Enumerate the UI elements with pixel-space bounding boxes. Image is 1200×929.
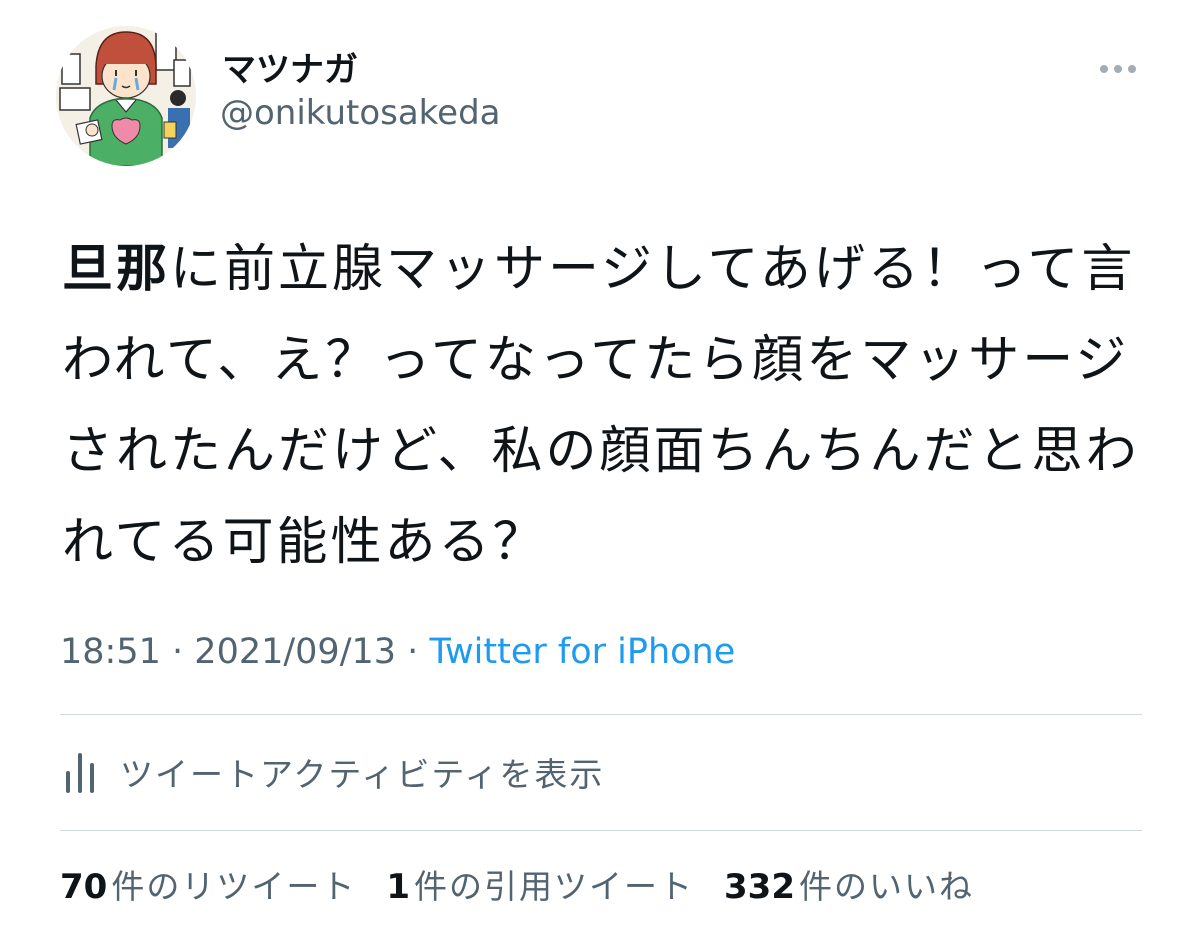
tweet-text-bold: 旦那 (62, 240, 171, 299)
tweet-activity-link[interactable]: ツイートアクティビティを表示 (62, 742, 604, 802)
meta-separator: · (172, 632, 184, 672)
like-count[interactable]: 332 件のいいね (724, 860, 974, 908)
retweet-count[interactable]: 70 件のリツイート (60, 860, 356, 908)
stat-number: 1 (386, 867, 410, 907)
stat-label: 件の引用ツイート (414, 867, 694, 906)
tweet-date[interactable]: 2021/09/13 (194, 632, 396, 672)
stat-number: 332 (724, 867, 795, 907)
more-options-icon (1128, 65, 1136, 73)
stat-label: 件のいいね (798, 867, 974, 906)
divider (60, 714, 1142, 715)
illustrated-avatar-icon (56, 26, 196, 166)
tweet-detail: マツナガ @onikutosakeda 旦那に前立腺マッサージしてあげる！って言… (0, 0, 1200, 929)
user-handle[interactable]: @onikutosakeda (220, 93, 500, 133)
tweet-time: 18:51 (60, 632, 161, 672)
stat-label: 件のリツイート (111, 867, 357, 906)
bar-chart-icon (62, 747, 102, 797)
meta-separator: · (407, 632, 419, 672)
stat-number: 70 (60, 867, 108, 907)
avatar[interactable] (56, 26, 196, 166)
more-options-icon (1114, 65, 1122, 73)
display-name[interactable]: マツナガ (222, 42, 358, 91)
tweet-metadata: 18:51 · 2021/09/13 · Twitter for iPhone (60, 632, 735, 672)
quote-tweet-count[interactable]: 1 件の引用ツイート (386, 860, 694, 908)
more-options-button[interactable] (1092, 56, 1144, 82)
tweet-activity-label: ツイートアクティビティを表示 (120, 755, 605, 794)
more-options-icon (1100, 65, 1108, 73)
tweet-text-body: に前立腺マッサージしてあげる！って言われて、え？ってなってたら顔をマッサージされ… (62, 240, 1140, 572)
tweet-source-link[interactable]: Twitter for iPhone (429, 632, 735, 672)
tweet-text: 旦那に前立腺マッサージしてあげる！って言われて、え？ってなってたら顔をマッサージ… (62, 224, 1152, 588)
divider (60, 830, 1142, 831)
tweet-stats: 70 件のリツイート 1 件の引用ツイート 332 件のいいね (60, 860, 1004, 908)
